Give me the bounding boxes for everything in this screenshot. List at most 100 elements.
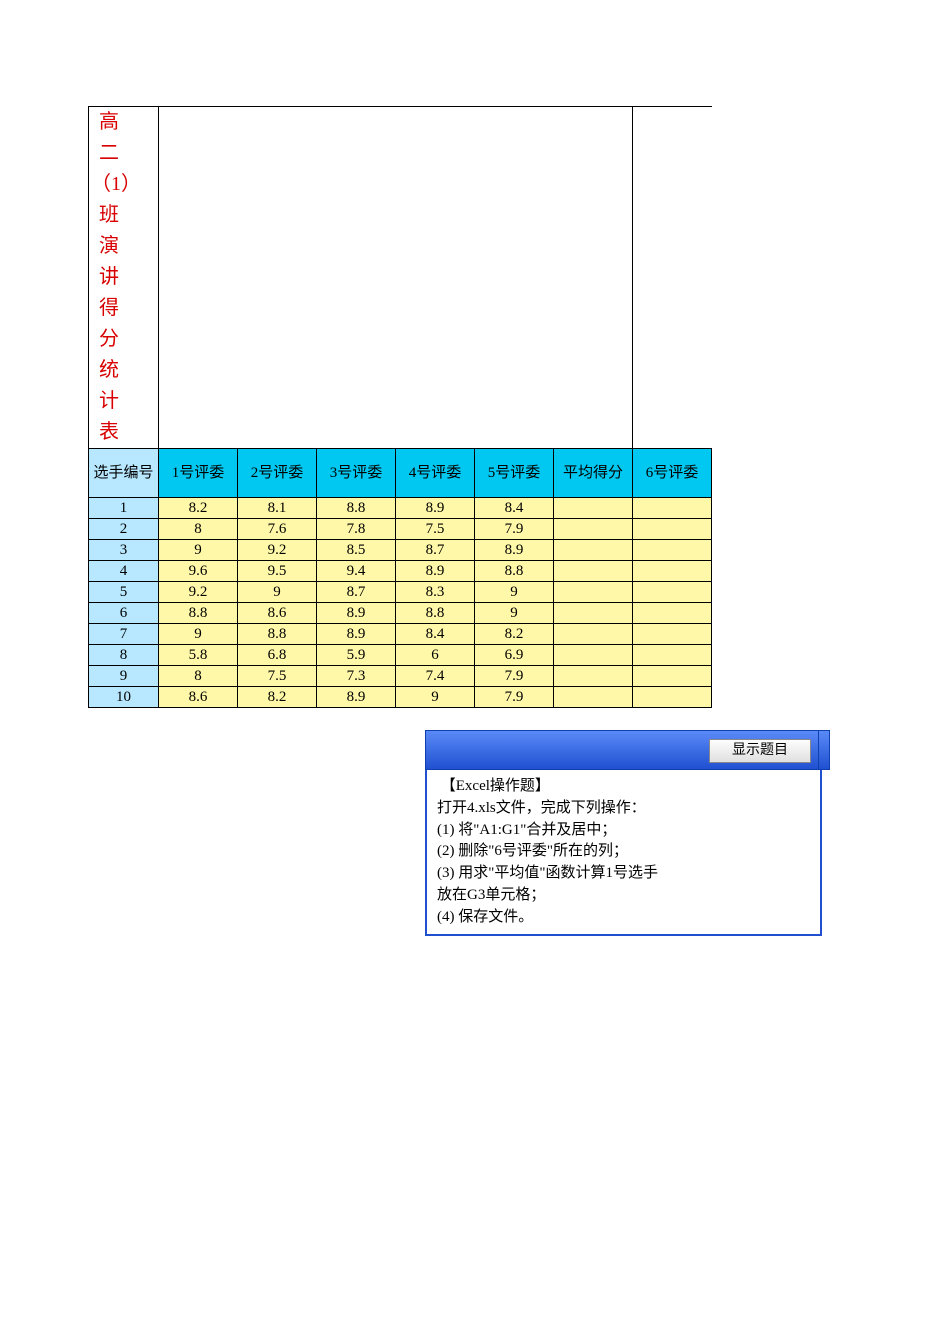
header-col-3[interactable]: 3号评委 [317,449,396,498]
cell[interactable]: 7.9 [475,687,554,708]
cell[interactable] [633,519,712,540]
cell[interactable] [554,624,633,645]
header-col-2[interactable]: 2号评委 [238,449,317,498]
cell[interactable]: 8.8 [159,603,238,624]
cell[interactable] [633,582,712,603]
instruction-line: (1) 将"A1:G1"合并及居中； [437,820,814,842]
cell[interactable]: 8.4 [475,498,554,519]
row-id[interactable]: 8 [89,645,159,666]
cell[interactable]: 8.9 [396,498,475,519]
cell[interactable] [633,540,712,561]
cell[interactable]: 8.9 [317,603,396,624]
cell[interactable] [633,624,712,645]
cell[interactable] [554,540,633,561]
cell[interactable]: 9 [238,582,317,603]
cell[interactable] [554,582,633,603]
cell[interactable] [554,561,633,582]
cell[interactable]: 9 [475,603,554,624]
row-id[interactable]: 4 [89,561,159,582]
cell[interactable]: 8.8 [238,624,317,645]
cell[interactable] [633,645,712,666]
cell[interactable]: 5.8 [159,645,238,666]
header-col-4[interactable]: 4号评委 [396,449,475,498]
header-col-avg[interactable]: 平均得分 [554,449,633,498]
cell[interactable]: 9 [159,540,238,561]
cell[interactable]: 6 [396,645,475,666]
cell[interactable]: 8.2 [159,498,238,519]
cell[interactable]: 8.9 [317,624,396,645]
title-cell[interactable]: 高二（1）班演讲得分统计表 [89,107,159,449]
cell[interactable] [633,666,712,687]
cell[interactable]: 8.7 [396,540,475,561]
cell[interactable]: 8.6 [238,603,317,624]
cell[interactable]: 8.2 [475,624,554,645]
cell[interactable]: 8.6 [159,687,238,708]
row-id[interactable]: 1 [89,498,159,519]
cell[interactable] [633,687,712,708]
row-id[interactable]: 10 [89,687,159,708]
title-empty[interactable] [159,107,633,449]
row-id[interactable]: 2 [89,519,159,540]
cell[interactable]: 7.9 [475,666,554,687]
cell[interactable]: 8.9 [475,540,554,561]
cell[interactable] [554,603,633,624]
header-col-1[interactable]: 1号评委 [159,449,238,498]
cell[interactable]: 8.7 [317,582,396,603]
cell[interactable]: 7.5 [396,519,475,540]
row-id[interactable]: 9 [89,666,159,687]
instruction-line: (3) 用求"平均值"函数计算1号选手 [437,863,814,885]
cell[interactable] [554,498,633,519]
cell[interactable]: 8.4 [396,624,475,645]
instruction-body: 【Excel操作题】 打开4.xls文件，完成下列操作： (1) 将"A1:G1… [425,770,822,936]
cell[interactable]: 7.5 [238,666,317,687]
cell[interactable]: 7.8 [317,519,396,540]
cell[interactable]: 7.4 [396,666,475,687]
cell[interactable] [633,603,712,624]
header-rowhead[interactable]: 选手编号 [89,449,159,498]
show-question-button[interactable]: 显示题目 [709,739,811,763]
cell[interactable] [554,687,633,708]
cell[interactable]: 7.3 [317,666,396,687]
header-col-5[interactable]: 5号评委 [475,449,554,498]
cell[interactable]: 8.8 [475,561,554,582]
row-id[interactable]: 7 [89,624,159,645]
cell[interactable]: 8.9 [317,687,396,708]
cell[interactable]: 8 [159,666,238,687]
row-id[interactable]: 3 [89,540,159,561]
header-col-6[interactable]: 6号评委 [633,449,712,498]
table-row: 8 5.8 6.8 5.9 6 6.9 [89,645,712,666]
row-id[interactable]: 5 [89,582,159,603]
cell[interactable] [554,666,633,687]
cell[interactable]: 8.5 [317,540,396,561]
cell[interactable]: 9.6 [159,561,238,582]
cell[interactable]: 5.9 [317,645,396,666]
cell[interactable]: 7.6 [238,519,317,540]
cell[interactable]: 8.1 [238,498,317,519]
table-row: 2 8 7.6 7.8 7.5 7.9 [89,519,712,540]
cell[interactable]: 7.9 [475,519,554,540]
cell[interactable]: 9 [475,582,554,603]
cell[interactable] [554,645,633,666]
cell[interactable]: 9.2 [159,582,238,603]
row-id[interactable]: 6 [89,603,159,624]
header-row: 选手编号 1号评委 2号评委 3号评委 4号评委 5号评委 平均得分 6号评委 [89,449,712,498]
cell[interactable]: 9.2 [238,540,317,561]
cell[interactable]: 8.3 [396,582,475,603]
cell[interactable]: 8.2 [238,687,317,708]
cell[interactable]: 8 [159,519,238,540]
cell[interactable]: 6.9 [475,645,554,666]
cell[interactable]: 9 [396,687,475,708]
table-row: 3 9 9.2 8.5 8.7 8.9 [89,540,712,561]
cell[interactable]: 9 [159,624,238,645]
cell[interactable] [554,519,633,540]
table-row: 6 8.8 8.6 8.9 8.8 9 [89,603,712,624]
cell[interactable]: 6.8 [238,645,317,666]
cell[interactable]: 8.9 [396,561,475,582]
cell[interactable]: 9.5 [238,561,317,582]
table-row: 1 8.2 8.1 8.8 8.9 8.4 [89,498,712,519]
cell[interactable] [633,561,712,582]
cell[interactable]: 9.4 [317,561,396,582]
cell[interactable] [633,498,712,519]
cell[interactable]: 8.8 [317,498,396,519]
cell[interactable]: 8.8 [396,603,475,624]
